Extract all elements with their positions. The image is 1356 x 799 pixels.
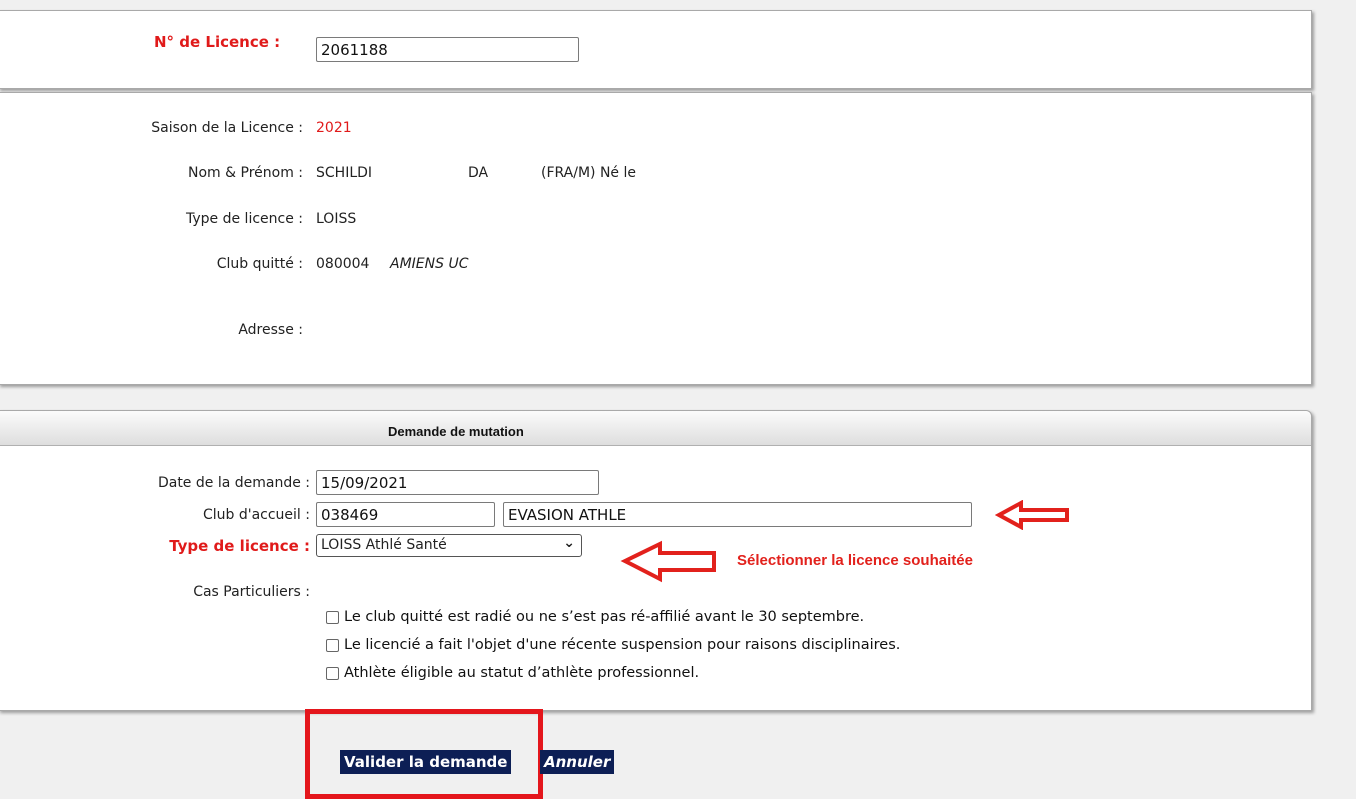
- checkbox-row-radie[interactable]: Le club quitté est radié ou ne s’est pas…: [326, 609, 864, 625]
- mutation-title: Demande de mutation: [388, 424, 524, 439]
- licence-number-label: N° de Licence :: [154, 33, 281, 51]
- annuler-button[interactable]: Annuler: [540, 750, 615, 774]
- prenom-value: DA: [468, 165, 489, 181]
- club-accueil-code-input[interactable]: [316, 502, 495, 527]
- checkbox-row-professionnel[interactable]: Athlète éligible au statut d’athlète pro…: [326, 665, 699, 681]
- checkbox-radie-label: Le club quitté est radié ou ne s’est pas…: [344, 609, 865, 625]
- type-licence-label: Type de licence :: [186, 211, 303, 227]
- select-licence-annotation: Sélectionner la licence souhaitée: [737, 552, 973, 569]
- licence-number-input[interactable]: [316, 37, 579, 62]
- date-demande-label: Date de la demande :: [157, 475, 310, 491]
- left-arrow-annotation-icon: [995, 500, 1069, 530]
- club-quitte-name: AMIENS UC: [390, 256, 469, 272]
- chevron-down-icon: ⌄: [563, 535, 575, 551]
- cas-particuliers-label: Cas Particuliers :: [193, 584, 310, 600]
- nom-value: SCHILDI: [316, 165, 373, 181]
- type-licence-select[interactable]: LOISS Athlé Santé ⌄: [316, 534, 582, 557]
- club-accueil-name-input[interactable]: [503, 502, 972, 527]
- checkbox-professionnel-label: Athlète éligible au statut d’athlète pro…: [344, 665, 700, 681]
- date-demande-input[interactable]: [316, 470, 599, 495]
- adresse-label: Adresse :: [238, 322, 303, 338]
- left-arrow-select-annotation-icon: [620, 540, 716, 583]
- type-licence-selected: LOISS Athlé Santé: [321, 537, 447, 553]
- club-accueil-label: Club d'accueil :: [202, 507, 310, 523]
- mutation-header: [0, 411, 1311, 446]
- checkbox-row-suspension[interactable]: Le licencié a fait l'objet d'une récente…: [326, 637, 900, 653]
- checkbox-suspension[interactable]: [326, 638, 339, 652]
- type-licence-select-label: Type de licence :: [169, 537, 310, 555]
- checkbox-suspension-label: Le licencié a fait l'objet d'une récente…: [344, 637, 901, 653]
- club-quitte-code: 080004: [316, 256, 370, 272]
- checkbox-professionnel[interactable]: [326, 666, 339, 680]
- saison-value: 2021: [316, 120, 352, 136]
- checkbox-radie[interactable]: [326, 610, 339, 624]
- nationality-value: (FRA/M) Né le: [541, 165, 636, 181]
- valider-button[interactable]: Valider la demande: [340, 750, 512, 774]
- type-licence-value: LOISS: [316, 211, 357, 227]
- club-quitte-label: Club quitté :: [216, 256, 303, 272]
- nom-label: Nom & Prénom :: [188, 165, 303, 181]
- saison-label: Saison de la Licence :: [151, 120, 303, 136]
